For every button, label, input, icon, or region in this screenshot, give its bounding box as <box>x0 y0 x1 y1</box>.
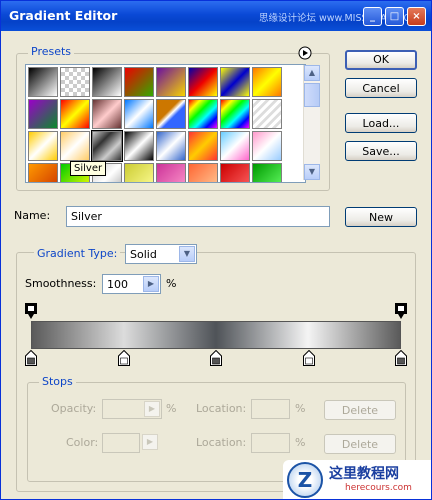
preset-swatch[interactable] <box>156 163 186 182</box>
stops-legend: Stops <box>39 375 76 388</box>
preset-swatch[interactable] <box>188 131 218 161</box>
minimize-icon[interactable]: _ <box>363 7 382 26</box>
opacity-stop-icon[interactable] <box>25 303 37 320</box>
opacity-arrow-icon[interactable]: ▶ <box>144 401 160 417</box>
color-stop-icon[interactable] <box>395 350 407 366</box>
preset-swatch[interactable] <box>156 99 186 129</box>
smoothness-unit: % <box>166 277 177 290</box>
color-stop-icon[interactable] <box>302 350 315 366</box>
close-icon[interactable]: × <box>407 7 426 26</box>
color-stop-icon[interactable] <box>25 350 37 366</box>
scroll-thumb[interactable] <box>304 83 320 107</box>
preset-swatch[interactable] <box>124 67 154 97</box>
preset-swatch[interactable] <box>60 67 90 97</box>
opacity-input[interactable]: ▶ <box>102 399 162 419</box>
preset-swatch[interactable] <box>28 99 58 129</box>
opacity-location-input[interactable] <box>251 399 290 419</box>
preset-swatch[interactable] <box>92 99 122 129</box>
chevron-down-icon[interactable]: ▼ <box>179 246 195 262</box>
title-bar[interactable]: Gradient Editor 思缘设计论坛 www.MISSYUAN.COM … <box>1 1 431 31</box>
preset-swatch[interactable] <box>124 99 154 129</box>
opacity-label: Opacity: <box>51 402 97 415</box>
scroll-down-icon[interactable]: ▼ <box>304 164 320 180</box>
presets-scrollbar[interactable]: ▲ ▼ <box>303 65 320 180</box>
color-arrow-icon[interactable]: ▶ <box>142 434 158 450</box>
opacity-location-label: Location: <box>196 402 247 415</box>
load-button[interactable]: Load... <box>345 113 417 133</box>
preset-swatch[interactable] <box>188 163 218 182</box>
delete-color-stop-button[interactable]: Delete <box>324 434 396 454</box>
site-logo: Z 这里教程网 herecours.com <box>283 460 431 499</box>
opacity-location-unit: % <box>295 402 306 415</box>
cancel-button[interactable]: Cancel <box>345 78 417 98</box>
presets-menu-icon[interactable] <box>298 46 312 60</box>
color-location-input[interactable] <box>251 433 290 453</box>
preset-swatch[interactable] <box>92 67 122 97</box>
preset-swatch[interactable] <box>252 163 282 182</box>
preset-swatch[interactable] <box>156 67 186 97</box>
smoothness-arrow-icon[interactable]: ▶ <box>143 276 159 292</box>
preset-swatch[interactable] <box>188 99 218 129</box>
preset-swatch-grid <box>25 64 306 183</box>
preset-swatch[interactable] <box>28 163 58 182</box>
preset-swatch[interactable] <box>28 67 58 97</box>
preset-swatch[interactable] <box>252 67 282 97</box>
gradient-preview-bar[interactable] <box>31 321 401 349</box>
preset-swatch[interactable] <box>188 67 218 97</box>
preset-swatch[interactable] <box>124 131 154 161</box>
preset-swatch[interactable] <box>220 99 250 129</box>
smoothness-label: Smoothness: <box>25 277 97 290</box>
smoothness-input[interactable]: 100 ▶ <box>102 274 161 294</box>
color-location-unit: % <box>295 436 306 449</box>
opacity-stop-icon[interactable] <box>395 303 407 320</box>
preset-swatch[interactable] <box>156 131 186 161</box>
scroll-up-icon[interactable]: ▲ <box>304 65 320 81</box>
preset-swatch[interactable] <box>60 99 90 129</box>
ok-button[interactable]: OK <box>345 50 417 70</box>
color-location-label: Location: <box>196 436 247 449</box>
delete-opacity-stop-button[interactable]: Delete <box>324 400 396 420</box>
preset-swatch[interactable] <box>252 99 282 129</box>
color-stop-icon[interactable] <box>117 350 130 366</box>
preset-tooltip: Silver <box>70 161 107 176</box>
smoothness-value: 100 <box>107 278 128 291</box>
color-label: Color: <box>66 436 99 449</box>
name-input[interactable]: Silver <box>66 206 330 227</box>
color-swatch[interactable] <box>102 433 140 453</box>
new-button[interactable]: New <box>345 207 417 227</box>
presets-legend: Presets <box>28 45 75 58</box>
save-button[interactable]: Save... <box>345 141 417 161</box>
opacity-unit: % <box>166 402 177 415</box>
gradient-type-label: Gradient Type: <box>34 247 121 260</box>
preset-swatch[interactable] <box>220 67 250 97</box>
preset-swatch[interactable] <box>124 163 154 182</box>
preset-swatch[interactable] <box>28 131 58 161</box>
maximize-icon[interactable]: □ <box>385 7 404 26</box>
preset-swatch[interactable] <box>220 163 250 182</box>
gradient-editor-window: Gradient Editor 思缘设计论坛 www.MISSYUAN.COM … <box>0 0 432 500</box>
color-stop-icon[interactable] <box>210 350 222 366</box>
window-title: Gradient Editor <box>9 8 118 23</box>
name-label: Name: <box>14 209 51 222</box>
preset-swatch[interactable] <box>252 131 282 161</box>
preset-swatch[interactable] <box>60 131 90 161</box>
preset-swatch[interactable] <box>91 130 123 162</box>
gradient-type-select[interactable]: Solid ▼ <box>125 244 197 264</box>
gradient-type-value: Solid <box>130 248 157 261</box>
preset-swatch[interactable] <box>220 131 250 161</box>
